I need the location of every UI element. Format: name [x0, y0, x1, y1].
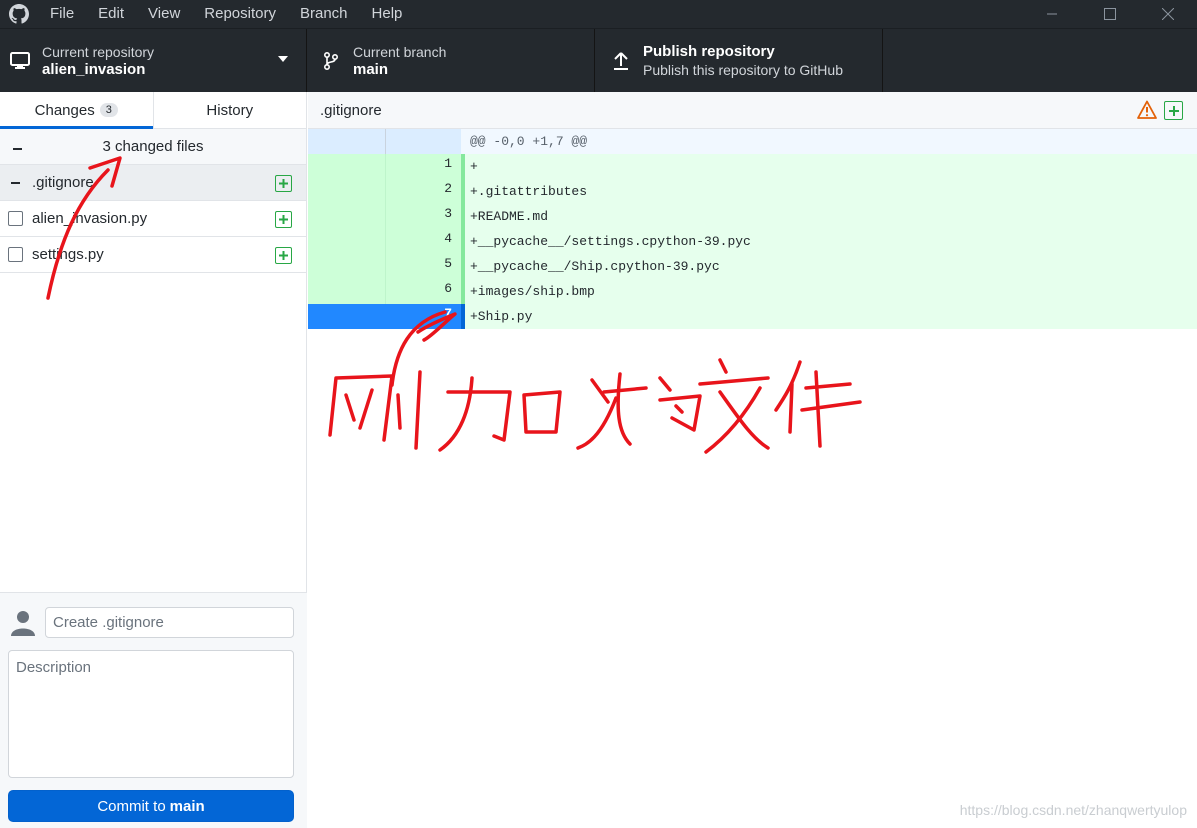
commit-button-label: Commit to [97, 797, 166, 815]
diff-line-row[interactable]: 4 +__pycache__/settings.cpython-39.pyc [308, 229, 1197, 254]
close-button[interactable] [1139, 0, 1197, 28]
line-code: +.gitattributes [465, 179, 1197, 204]
diff-table: @@ -0,0 +1,7 @@ 1 + 2 +.gitattributes 3 … [308, 129, 1197, 329]
commit-panel: Commit to main [0, 592, 307, 828]
tab-history[interactable]: History [152, 92, 307, 128]
current-repository-label: Current repository [42, 43, 155, 60]
file-checkbox[interactable] [8, 175, 23, 190]
hunk-header: @@ -0,0 +1,7 @@ [465, 129, 1197, 154]
github-logo-icon [0, 0, 38, 28]
menu-branch[interactable]: Branch [288, 0, 360, 28]
toolbar: Current repository alien_invasion Curren… [0, 28, 1197, 92]
line-code: +__pycache__/Ship.cpython-39.pyc [465, 254, 1197, 279]
diff-panel: .gitignore @@ -0,0 +1,7 @@ 1 + 2 +.gitat… [308, 92, 1197, 828]
current-branch-dropdown[interactable]: Current branch main [307, 29, 595, 92]
caret-down-icon [278, 56, 288, 62]
commit-button[interactable]: Commit to main [8, 790, 294, 822]
line-code: +Ship.py [465, 304, 1197, 329]
commit-description-input[interactable] [8, 650, 294, 778]
title-bar: File Edit View Repository Branch Help [0, 0, 1197, 28]
line-number: 3 [386, 204, 461, 229]
diff-line-row-selected[interactable]: 7 +Ship.py [308, 304, 1197, 329]
warning-icon[interactable] [1137, 100, 1157, 120]
maximize-button[interactable] [1081, 0, 1139, 28]
current-branch-value: main [353, 60, 389, 78]
line-number: 7 [386, 304, 461, 329]
avatar-icon [11, 611, 35, 636]
file-list-item[interactable]: .gitignore [0, 165, 306, 201]
publish-repository-subtitle: Publish this repository to GitHub [643, 61, 843, 78]
watermark: https://blog.csdn.net/zhanqwertyulop [959, 802, 1187, 818]
line-code: +README.md [465, 204, 1197, 229]
diff-line-row[interactable]: 3 +README.md [308, 204, 1197, 229]
maximize-icon [1104, 8, 1116, 20]
tab-history-label: History [206, 101, 254, 119]
current-repository-dropdown[interactable]: Current repository alien_invasion [0, 29, 307, 92]
file-name: .gitignore [32, 174, 94, 191]
diff-line-row[interactable]: 6 +images/ship.bmp [308, 279, 1197, 304]
file-list-item[interactable]: alien_invasion.py [0, 201, 306, 237]
sidebar: Changes 3 History 3 changed files .gitig… [0, 92, 307, 828]
line-number: 4 [386, 229, 461, 254]
file-added-icon [275, 175, 292, 192]
commit-button-branch: main [169, 797, 205, 815]
file-name: settings.py [32, 246, 104, 263]
menu-view[interactable]: View [136, 0, 192, 28]
line-number: 6 [386, 279, 461, 304]
changes-count-badge: 3 [99, 103, 118, 117]
menu-bar: File Edit View Repository Branch Help [38, 0, 414, 28]
minimize-button[interactable] [1023, 0, 1081, 28]
window-controls [1023, 0, 1197, 28]
file-checkbox[interactable] [8, 247, 23, 262]
tab-changes[interactable]: Changes 3 [0, 92, 153, 129]
publish-repository-button[interactable]: Publish repository Publish this reposito… [595, 29, 883, 92]
diff-hunk-row: @@ -0,0 +1,7 @@ [308, 129, 1197, 154]
diff-header: .gitignore [308, 92, 1197, 129]
diff-file-title: .gitignore [320, 101, 382, 119]
minimize-icon [1047, 13, 1057, 15]
close-icon [1162, 8, 1174, 20]
changed-files-header: 3 changed files [0, 129, 306, 165]
line-number: 5 [386, 254, 461, 279]
file-added-icon [1164, 101, 1183, 120]
menu-help[interactable]: Help [360, 0, 415, 28]
changed-files-summary: 3 changed files [102, 138, 204, 155]
file-added-icon [275, 247, 292, 264]
line-code: +__pycache__/settings.cpython-39.pyc [465, 229, 1197, 254]
sidebar-tabs: Changes 3 History [0, 92, 306, 129]
menu-file[interactable]: File [38, 0, 86, 28]
monitor-icon [8, 49, 32, 73]
current-repository-value: alien_invasion [42, 60, 146, 78]
commit-summary-input[interactable] [45, 607, 294, 638]
current-branch-label: Current branch [353, 43, 447, 60]
file-list-item[interactable]: settings.py [0, 237, 306, 273]
diff-line-row[interactable]: 5 +__pycache__/Ship.cpython-39.pyc [308, 254, 1197, 279]
branch-icon [319, 49, 343, 73]
publish-repository-title: Publish repository [643, 42, 775, 60]
select-all-checkbox[interactable] [10, 141, 25, 156]
tab-changes-label: Changes [34, 101, 95, 119]
file-added-icon [275, 211, 292, 228]
diff-line-row[interactable]: 2 +.gitattributes [308, 179, 1197, 204]
line-code: +images/ship.bmp [465, 279, 1197, 304]
line-number: 1 [386, 154, 461, 179]
line-code: + [465, 154, 1197, 179]
diff-line-row[interactable]: 1 + [308, 154, 1197, 179]
menu-repository[interactable]: Repository [192, 0, 288, 28]
file-checkbox[interactable] [8, 211, 23, 226]
upload-arrow-icon [609, 49, 633, 73]
line-number: 2 [386, 179, 461, 204]
menu-edit[interactable]: Edit [86, 0, 136, 28]
file-name: alien_invasion.py [32, 210, 148, 227]
